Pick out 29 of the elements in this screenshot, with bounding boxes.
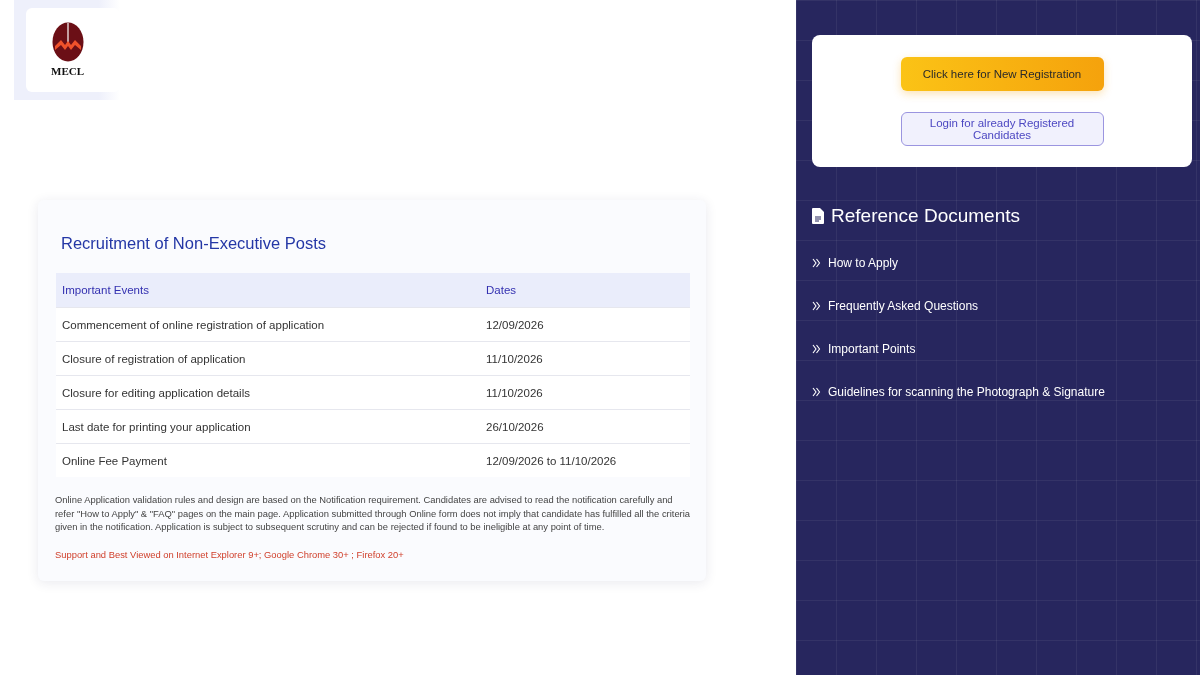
document-link[interactable]: Important Points xyxy=(828,341,916,356)
column-header: Dates xyxy=(480,273,690,308)
chevron-icon xyxy=(812,257,821,268)
event-cell: Closure of registration of application xyxy=(56,341,480,376)
date-cell: 11/10/2026 xyxy=(480,341,690,376)
notice-paragraph: Online Application validation rules and design are based on the Notification requirement. Candidates are advised to read the notification carefully and refer "How to Apply" & "FAQ" pages on the main page. Application submitted through Online form does not imply that candidate has fulfilled all the criteria given in the notification. Application is subject to subsequent scrutiny and can be rejected if found to be ineligible at any point of time. xyxy=(55,493,690,534)
event-cell: Commencement of online registration of application xyxy=(56,307,480,342)
section-title: Reference Documents xyxy=(831,205,1021,227)
document-link[interactable]: Guidelines for scanning the Photograph & Signature xyxy=(828,384,1105,399)
document-link[interactable]: Frequently Asked Questions xyxy=(828,298,979,313)
event-cell: Online Fee Payment xyxy=(56,443,480,477)
browser-note: Support and Best Viewed on Internet Explorer 9+; Google Chrome 30+ ; Firefox 20+ xyxy=(55,547,405,561)
date-cell: 26/10/2026 xyxy=(480,409,690,444)
column-header: Important Events xyxy=(56,273,480,308)
logo-icon xyxy=(52,22,84,62)
chevron-icon xyxy=(812,343,821,354)
date-cell: 11/10/2026 xyxy=(480,375,690,410)
logo-text: MECL xyxy=(51,65,84,77)
chevron-icon xyxy=(812,300,821,311)
document-icon xyxy=(812,208,824,224)
login-button[interactable]: Login for already Registered Candidates xyxy=(900,112,1104,146)
registration-button[interactable]: Click here for New Registration xyxy=(900,57,1104,91)
document-link[interactable]: How to Apply xyxy=(828,255,899,270)
chevron-icon xyxy=(812,386,821,397)
date-cell: 12/09/2026 xyxy=(480,307,690,342)
event-cell: Last date for printing your application xyxy=(56,409,480,444)
event-cell: Closure for editing application details xyxy=(56,375,480,410)
date-cell: 12/09/2026 to 11/10/2026 xyxy=(480,443,690,477)
card-title: Recruitment of Non-Executive Posts xyxy=(61,234,328,253)
